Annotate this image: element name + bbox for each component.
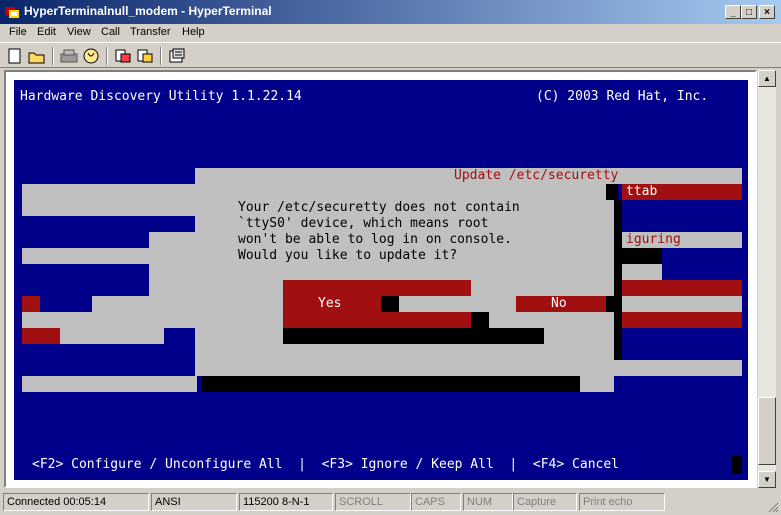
button-shadow <box>381 296 399 312</box>
hyperterminal-icon <box>5 7 19 18</box>
caps-indicator: CAPS <box>411 493 461 511</box>
print-echo-indicator: Print echo <box>579 493 665 511</box>
button-shadow <box>480 328 544 344</box>
disconnect-icon[interactable] <box>80 46 102 66</box>
title-bar[interactable]: HyperTerminalnull_modem - HyperTerminal … <box>0 0 781 24</box>
button-shadow <box>283 328 489 344</box>
dialog-bottom-shadow <box>202 376 614 392</box>
menu-file[interactable]: File <box>9 26 27 38</box>
background-window-row <box>60 328 164 344</box>
yes-button-frame <box>283 312 471 328</box>
yes-button-label: Yes <box>318 296 342 311</box>
background-highlight <box>609 312 742 328</box>
background-window-row <box>92 296 197 312</box>
vertical-scrollbar[interactable]: ▲ ▼ <box>758 70 776 488</box>
background-window-row <box>22 184 197 200</box>
background-window-row <box>22 312 197 328</box>
num-indicator: NUM <box>463 493 513 511</box>
function-key-help: <F2> Configure / Unconfigure All | <F3> … <box>32 457 619 472</box>
dialog-message-line: Would you like to update it? <box>238 248 458 263</box>
properties-icon[interactable] <box>166 46 188 66</box>
dialog-message-line: `ttyS0' device, which means root <box>238 216 489 231</box>
dialog-title: Update /etc/securetty <box>454 168 619 183</box>
dialog-shadow <box>606 184 618 200</box>
background-window-row <box>149 264 197 280</box>
cursor-block <box>732 456 742 474</box>
toolbar-separator <box>106 47 108 65</box>
minimize-button[interactable]: _ <box>725 5 741 19</box>
dialog-message-line: won't be able to log in on console. <box>238 232 512 247</box>
yes-button-frame <box>283 280 471 296</box>
menu-help[interactable]: Help <box>182 26 205 38</box>
button-shadow <box>471 312 489 328</box>
background-window-row <box>149 232 197 248</box>
send-icon[interactable] <box>112 46 134 66</box>
scroll-up-arrow[interactable]: ▲ <box>758 70 776 87</box>
dialog-border-row <box>195 360 742 376</box>
menu-bar: File Edit View Call Transfer Help <box>0 24 781 42</box>
background-highlight <box>22 328 60 344</box>
maximize-button[interactable]: □ <box>741 5 757 19</box>
emulation-type: ANSI <box>151 493 237 511</box>
menu-view[interactable]: View <box>67 26 91 38</box>
toolbar-separator <box>160 47 162 65</box>
background-highlight <box>22 296 40 312</box>
no-button-label: No <box>551 296 567 311</box>
capture-indicator: Capture <box>513 493 577 511</box>
receive-icon[interactable] <box>134 46 156 66</box>
background-window-row <box>622 296 742 312</box>
scroll-thumb[interactable] <box>758 397 776 465</box>
call-icon[interactable] <box>58 46 80 66</box>
status-bar: Connected 00:05:14 ANSI 115200 8-N-1 SCR… <box>0 490 781 515</box>
open-icon[interactable] <box>26 46 48 66</box>
background-fragment-text: iguring <box>626 232 681 247</box>
background-window-row <box>22 248 197 264</box>
port-settings: 115200 8-N-1 <box>239 493 333 511</box>
menu-edit[interactable]: Edit <box>37 26 56 38</box>
new-icon[interactable] <box>4 46 26 66</box>
background-window-row <box>622 264 662 280</box>
toolbar <box>0 42 781 68</box>
copyright: (C) 2003 Red Hat, Inc. <box>536 89 709 104</box>
window-title: HyperTerminalnull_modem - HyperTerminal <box>24 4 272 18</box>
background-window-row <box>22 376 197 392</box>
menu-transfer[interactable]: Transfer <box>130 26 171 38</box>
menu-call[interactable]: Call <box>101 26 120 38</box>
connection-time: Connected 00:05:14 <box>3 493 149 511</box>
button-shadow <box>606 296 618 312</box>
background-window-row <box>149 280 197 296</box>
background-fragment-text: ttab <box>626 184 658 199</box>
toolbar-separator <box>52 47 54 65</box>
scroll-indicator: SCROLL <box>335 493 411 511</box>
scroll-down-arrow[interactable]: ▼ <box>758 471 776 488</box>
close-button[interactable]: × <box>759 5 775 19</box>
app-header: Hardware Discovery Utility 1.1.22.14 <box>20 89 302 104</box>
background-window-row <box>22 200 197 216</box>
dialog-message-line: Your /etc/securetty does not contain <box>238 200 520 215</box>
terminal-screen[interactable]: Hardware Discovery Utility 1.1.22.14 (C)… <box>14 80 748 480</box>
resize-grip-icon[interactable] <box>767 501 779 513</box>
dialog-border-row <box>580 376 614 392</box>
dialog-shadow <box>614 200 622 360</box>
